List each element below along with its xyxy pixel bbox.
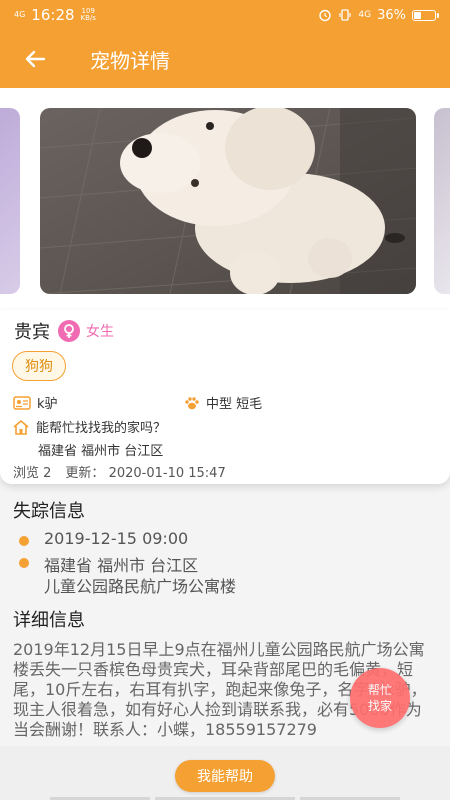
help-bubble-line1: 帮忙 [367,683,392,697]
paw-icon [185,396,199,409]
lost-address: 儿童公园路民航广场公寓楼 [44,577,237,596]
detail-title: 详细信息 [13,610,85,631]
meta-line: 浏览 2 更新： 2020-01-10 15:47 [13,462,226,481]
arrow-left-icon [25,50,46,68]
lost-datetime: 2019-12-15 09:00 [44,529,189,548]
net-speed-unit: KB/s [80,14,96,22]
status-left: 4G 16:28 109 KB/s [14,6,96,24]
status-time: 16:28 [31,6,75,24]
previous-photo[interactable] [0,108,20,294]
id-card-icon [13,395,31,410]
lost-info-title: 失踪信息 [13,501,85,522]
alarm-icon [319,9,332,22]
net-speed: 109 KB/s [81,8,96,22]
pet-info-card: 贵宾 女生 狗狗 k驴 中型 短毛 能帮忙找找我的家吗？ 福建省 福州市 台江区… [0,310,450,484]
view-count: 浏览 2 [13,466,52,481]
find-home-prompt: 能帮忙找找我的家吗？ [36,421,167,436]
battery-percent: 36% [377,7,406,23]
updated-info: 更新： 2020-01-10 15:47 [65,462,225,481]
home-icon [13,419,29,435]
i-can-help-button[interactable]: 我能帮助 [175,760,275,792]
category-tag: 狗狗 [12,351,66,381]
updated-label: 更新： [65,466,105,481]
battery-fill [414,11,421,19]
pet-name: 贵宾 [14,322,50,343]
bottom-bar: 我能帮助 [0,746,450,800]
battery-icon [412,9,439,21]
updated-time: 2020-01-10 15:47 [108,466,226,481]
help-bubble-line2: 找家 [367,699,392,713]
back-button[interactable] [0,30,70,88]
pet-region: 福建省 福州市 台江区 [38,444,164,459]
next-photo[interactable] [434,108,450,294]
timeline-dot-time [19,536,29,546]
status-right: 4G 36% [318,7,439,23]
help-find-home-bubble[interactable]: 帮忙 找家 [350,668,410,728]
gender-label: 女生 [86,324,114,340]
vibrate-icon [339,9,351,21]
timeline-dot-location [19,558,29,568]
female-icon [58,320,80,342]
name-row: 贵宾 女生 [14,318,114,344]
page-title: 宠物详情 [90,48,170,73]
pet-photo-image [40,108,416,294]
size-coat-text: 中型 短毛 [206,397,263,412]
pet-nickname-attr: k驴 [13,393,58,412]
network-type: 4G [358,10,372,20]
pet-nickname: k驴 [37,397,58,412]
photo-carousel[interactable] [0,88,450,310]
size-coat-attr: 中型 短毛 [184,393,262,412]
pet-photo[interactable] [40,108,416,294]
status-bar: 4G 16:28 109 KB/s 4G 36% [0,0,450,30]
signal-indicator: 4G [14,10,26,19]
title-bar: 宠物详情 [0,30,450,88]
find-home-line: 能帮忙找找我的家吗？ [12,417,166,436]
